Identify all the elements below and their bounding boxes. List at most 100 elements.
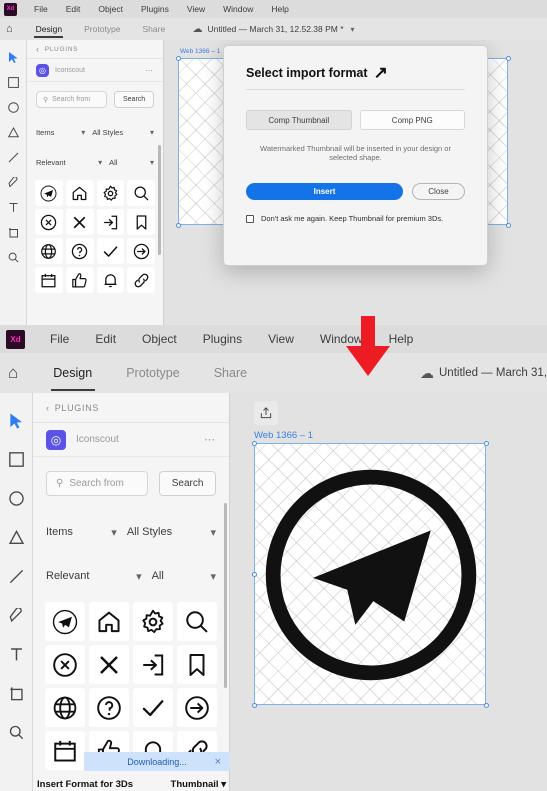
icon-search-icon[interactable] <box>127 180 155 206</box>
plugin-row-iconscout-top[interactable]: ◎ Iconscout ⋯ <box>27 59 163 82</box>
pen-tool[interactable] <box>0 170 27 195</box>
artboard-tool[interactable] <box>0 674 33 713</box>
insert-button[interactable]: Insert <box>246 183 403 200</box>
menu-view[interactable]: View <box>255 332 307 346</box>
plugins-breadcrumb-top[interactable]: ‹ PLUGINS <box>27 40 163 59</box>
icon-bookmark-icon[interactable] <box>177 645 217 684</box>
menu-file[interactable]: File <box>25 4 57 14</box>
tab-design[interactable]: Design <box>36 353 109 393</box>
panel-scrollbar-bottom[interactable] <box>224 503 227 688</box>
document-title-bottom[interactable]: ☁ Untitled — March 31, 12.5 <box>420 365 547 382</box>
icon-question-circle-icon[interactable] <box>89 688 129 727</box>
rectangle-tool[interactable] <box>0 70 27 95</box>
chevron-down-icon[interactable]: ▾ <box>150 128 154 137</box>
selection-handle-bl[interactable] <box>175 222 181 228</box>
pen-tool[interactable] <box>0 596 33 635</box>
filter-relevant-top[interactable]: Relevant ▾ All ▾ <box>27 147 163 177</box>
chevron-left-icon[interactable]: ‹ <box>36 44 40 54</box>
tab-share[interactable]: Share <box>197 353 264 393</box>
icon-login-icon[interactable] <box>133 645 173 684</box>
icon-globe-icon[interactable] <box>45 688 85 727</box>
filter-items-bottom[interactable]: Items ▾ All Styles ▾ <box>33 510 229 554</box>
filter-items-top[interactable]: Items ▾ All Styles ▾ <box>27 117 163 147</box>
select-tool[interactable] <box>0 401 33 440</box>
dont-ask-again-checkbox[interactable] <box>246 214 254 223</box>
icon-gear-icon[interactable] <box>133 602 173 641</box>
icon-gear-icon[interactable] <box>96 180 125 206</box>
selection-handle-tl[interactable] <box>251 440 257 446</box>
canvas-bottom[interactable]: Web 1366 – 1 <box>230 393 547 791</box>
selection-handle-br[interactable] <box>483 702 489 708</box>
icon-question-circle-icon[interactable] <box>65 238 94 264</box>
line-tool[interactable] <box>0 557 33 596</box>
icon-globe-icon[interactable] <box>35 238 63 264</box>
icon-calendar-icon[interactable] <box>45 731 85 770</box>
more-dots-icon[interactable]: ⋯ <box>204 433 216 446</box>
icon-telegram-circle-icon[interactable] <box>45 602 85 641</box>
selection-handle-tr[interactable] <box>505 55 511 61</box>
chevron-down-icon[interactable]: ▾ <box>210 526 216 539</box>
canvas-top[interactable]: Web 1366 – 1 Select import format ↗ Comp… <box>164 40 547 325</box>
menu-plugins[interactable]: Plugins <box>190 332 255 346</box>
chevron-down-icon[interactable]: ▾ <box>111 526 117 539</box>
segment-comp-thumbnail[interactable]: Comp Thumbnail <box>246 110 352 130</box>
polygon-tool[interactable] <box>0 518 33 557</box>
chevron-left-icon[interactable]: ‹ <box>46 403 50 413</box>
icon-x-circle-icon[interactable] <box>45 645 85 684</box>
search-input[interactable]: ⚲ Search from <box>36 91 108 108</box>
tab-share[interactable]: Share <box>132 18 177 40</box>
selection-handle-br[interactable] <box>505 222 511 228</box>
more-dots-icon[interactable]: ⋯ <box>145 66 154 75</box>
icon-telegram-circle-icon[interactable] <box>35 180 63 206</box>
menu-plugins[interactable]: Plugins <box>132 4 178 14</box>
chevron-down-icon[interactable]: ▾ <box>210 570 216 583</box>
tab-design[interactable]: Design <box>25 18 73 40</box>
icon-login-icon[interactable] <box>96 209 125 235</box>
segment-comp-png[interactable]: Comp PNG <box>359 110 465 130</box>
icon-bookmark-icon[interactable] <box>127 209 155 235</box>
menu-edit[interactable]: Edit <box>57 4 90 14</box>
selection-handle-ml[interactable] <box>251 571 257 577</box>
close-button[interactable]: Close <box>412 183 465 200</box>
plugins-breadcrumb-bottom[interactable]: ‹ PLUGINS <box>33 393 229 423</box>
ellipse-tool[interactable] <box>0 95 27 120</box>
filter-relevant-bottom[interactable]: Relevant ▾ All ▾ <box>33 554 229 598</box>
menu-file[interactable]: File <box>37 332 82 346</box>
artboard-label-top[interactable]: Web 1366 – 1 <box>180 48 220 55</box>
chevron-down-icon[interactable]: ▾ <box>136 570 142 583</box>
selection-handle-tl[interactable] <box>175 55 181 61</box>
search-input[interactable]: ⚲ Search from <box>46 471 149 496</box>
home-icon[interactable]: ⌂ <box>6 23 13 35</box>
selection-handle-tr[interactable] <box>483 440 489 446</box>
zoom-tool[interactable] <box>0 245 27 270</box>
icon-arrow-right-circle-icon[interactable] <box>127 238 155 264</box>
chevron-down-icon[interactable]: ▾ <box>221 779 226 790</box>
artboard-tool[interactable] <box>0 220 27 245</box>
icon-search-icon[interactable] <box>177 602 217 641</box>
rectangle-tool[interactable] <box>0 440 33 479</box>
select-tool[interactable] <box>0 45 27 70</box>
chevron-down-icon[interactable]: ▾ <box>351 25 355 34</box>
chevron-down-icon[interactable]: ▾ <box>150 158 154 167</box>
panel-scrollbar-top[interactable] <box>158 145 161 255</box>
icon-home-icon[interactable] <box>89 602 129 641</box>
menu-view[interactable]: View <box>178 4 214 14</box>
chevron-down-icon[interactable]: ▾ <box>98 158 102 167</box>
icon-thumbs-up-icon[interactable] <box>65 267 94 293</box>
menu-window[interactable]: Window <box>214 4 262 14</box>
import-format-dialog[interactable]: Select import format ↗ Comp Thumbnail Co… <box>223 45 488 266</box>
polygon-tool[interactable] <box>0 120 27 145</box>
artboard-bottom[interactable] <box>254 443 486 705</box>
icon-close-x-icon[interactable] <box>65 209 94 235</box>
icon-bell-icon[interactable] <box>96 267 125 293</box>
chevron-down-icon[interactable]: ▾ <box>81 128 85 137</box>
tab-prototype[interactable]: Prototype <box>73 18 131 40</box>
text-tool[interactable] <box>0 635 33 674</box>
ellipse-tool[interactable] <box>0 479 33 518</box>
dont-ask-again-row[interactable]: Don't ask me again. Keep Thumbnail for p… <box>224 200 487 223</box>
menu-edit[interactable]: Edit <box>82 332 129 346</box>
text-tool[interactable] <box>0 195 27 220</box>
search-button[interactable]: Search <box>159 471 216 496</box>
line-tool[interactable] <box>0 145 27 170</box>
plugin-row-iconscout-bottom[interactable]: ◎ Iconscout ⋯ <box>33 423 229 457</box>
